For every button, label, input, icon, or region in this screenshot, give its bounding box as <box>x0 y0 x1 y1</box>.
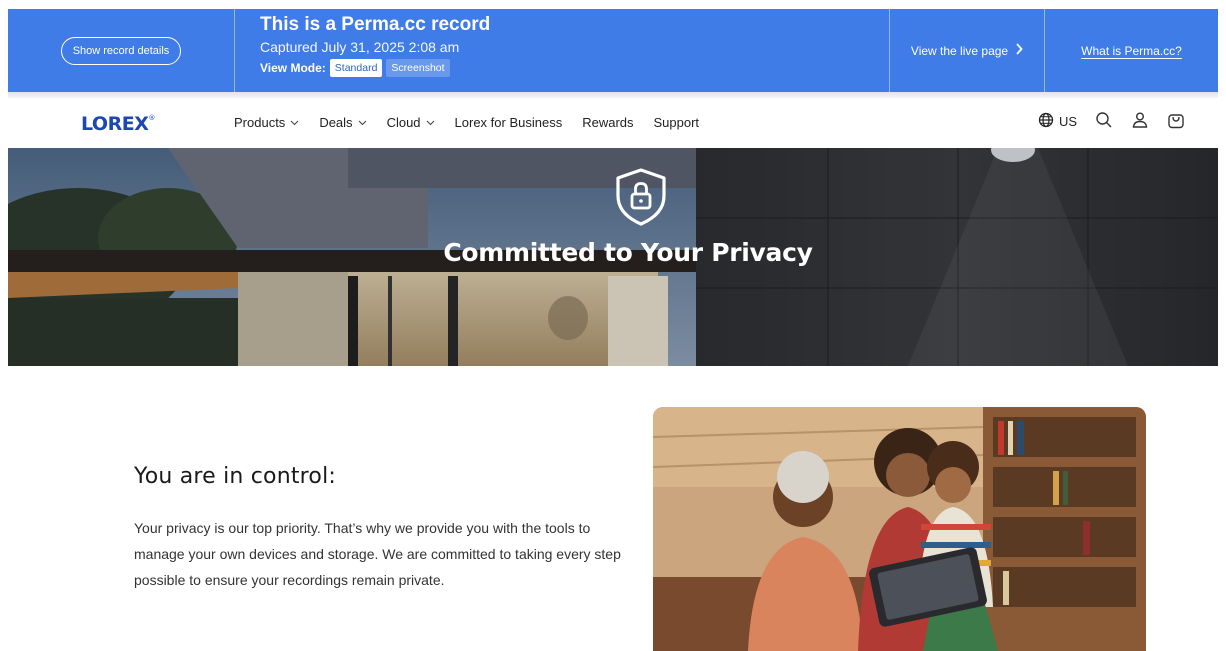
view-mode: View Mode: Standard Screenshot <box>260 59 889 77</box>
nav-label: Deals <box>319 115 353 130</box>
view-live-page-link[interactable]: View the live page <box>889 9 1044 92</box>
site-header: LOREX® Products Deals Cloud Lorex for Bu… <box>8 98 1218 148</box>
perma-record-info: This is a Perma.cc record Captured July … <box>235 9 889 92</box>
logo-text: LOREX <box>81 113 149 135</box>
nav-label: Cloud <box>386 115 421 130</box>
header-actions: US <box>1038 111 1185 132</box>
region-label: US <box>1059 114 1078 129</box>
what-is-perma-link[interactable]: What is Perma.cc? <box>1044 9 1218 92</box>
capture-date: Captured July 31, 2025 2:08 am <box>260 39 460 55</box>
view-mode-label: View Mode: <box>260 61 326 75</box>
main-nav: Products Deals Cloud Lorex for Business … <box>234 115 699 130</box>
chevron-down-icon <box>290 118 299 128</box>
nav-lorex-for-business[interactable]: Lorex for Business <box>455 115 563 130</box>
perma-banner: Show record details This is a Perma.cc r… <box>8 9 1218 92</box>
section-body: Your privacy is our top priority. That’s… <box>134 520 621 588</box>
perma-left-section: Show record details <box>8 9 235 92</box>
family-photo <box>653 407 1146 651</box>
lorex-logo[interactable]: LOREX® <box>81 113 155 135</box>
nav-rewards[interactable]: Rewards <box>582 115 633 130</box>
nav-cloud[interactable]: Cloud <box>387 115 435 130</box>
nav-deals[interactable]: Deals <box>319 115 366 130</box>
chevron-right-icon <box>1015 43 1023 58</box>
mode-standard-button[interactable]: Standard <box>329 59 383 77</box>
perma-title: This is a Perma.cc record <box>260 14 491 35</box>
nav-label: Lorex for Business <box>454 115 563 130</box>
chevron-down-icon <box>358 118 367 128</box>
globe-icon <box>1038 112 1054 131</box>
hero-banner: Committed to Your Privacy <box>8 148 1218 366</box>
search-icon[interactable] <box>1095 111 1113 132</box>
section-heading: You are in control: <box>134 464 337 489</box>
view-live-page-label: View the live page <box>910 43 1009 58</box>
logo-registered-mark: ® <box>148 113 155 122</box>
show-record-details-button[interactable]: Show record details <box>60 36 182 65</box>
nav-label: Rewards <box>582 115 634 130</box>
nav-label: Products <box>234 115 286 130</box>
cart-icon[interactable] <box>1167 111 1185 132</box>
nav-products[interactable]: Products <box>234 115 299 130</box>
chevron-down-icon <box>426 118 435 128</box>
region-selector[interactable]: US <box>1038 112 1077 131</box>
nav-label: Support <box>653 115 700 130</box>
nav-support[interactable]: Support <box>654 115 700 130</box>
account-icon[interactable] <box>1131 111 1149 132</box>
mode-screenshot-button[interactable]: Screenshot <box>386 59 450 77</box>
hero-title: Committed to Your Privacy <box>443 238 813 267</box>
